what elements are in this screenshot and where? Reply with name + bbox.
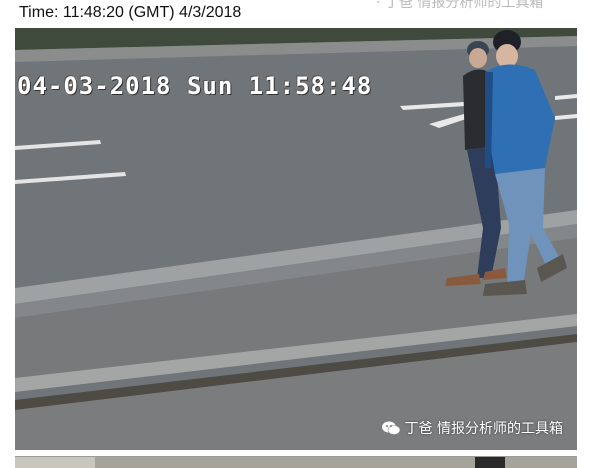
cctv-timestamp: 04-03-2018 Sun 11:58:48 bbox=[17, 72, 373, 100]
next-frame-strip bbox=[15, 456, 577, 468]
watermark: 丁爸 情报分析师的工具箱 bbox=[381, 418, 563, 438]
image-caption: Time: 11:48:20 (GMT) 4/3/2018 bbox=[19, 4, 242, 21]
top-watermark: · 丁爸 情报分析师的工具箱 bbox=[376, 0, 544, 11]
cctv-frame: 04-03-2018 Sun 11:58:48 丁爸 情报分析师的工具箱 bbox=[15, 28, 577, 450]
next-frame-preview bbox=[15, 457, 577, 468]
watermark-text: 丁爸 情报分析师的工具箱 bbox=[404, 421, 563, 437]
wechat-icon bbox=[381, 421, 400, 435]
